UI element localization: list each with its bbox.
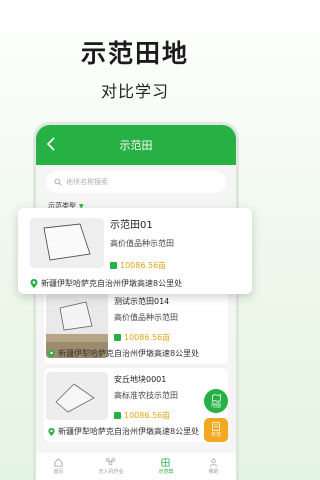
drone-icon	[106, 458, 116, 465]
field-area-value: 10086.56亩	[120, 261, 167, 270]
field-name: 安丘地块0001	[114, 375, 167, 384]
field-type: 高价值品种示范田	[110, 239, 174, 248]
app-bar: 示范田	[36, 125, 236, 165]
tab-label: 我的	[208, 469, 219, 475]
app-title: 示范田	[119, 139, 153, 152]
search-placeholder: 地块名称搜索	[66, 178, 108, 186]
field-area: 10086.56亩	[114, 410, 170, 421]
field-area: 10086.56亩	[114, 332, 170, 343]
field-address-text: 新疆伊犁哈萨克自治州伊墩高速8公里处	[41, 279, 183, 288]
promo-subtitle: 对比学习	[100, 82, 169, 101]
field-address-text: 新疆伊犁哈萨克自治州伊墩高速8公里处	[58, 427, 200, 436]
field-icon	[161, 458, 170, 467]
back-icon[interactable]	[44, 135, 60, 153]
user-icon	[209, 458, 217, 467]
tab-home[interactable]: 首页	[53, 458, 64, 475]
tab-demo-field[interactable]: 示范田	[158, 458, 174, 475]
featured-field-card[interactable]: 示范田01 高价值品种示范田 10086.56亩 新疆伊犁哈萨克自治州伊墩高速8…	[18, 208, 252, 294]
field-thumbnail	[30, 218, 104, 268]
map-button-label: 地图	[210, 402, 221, 409]
location-pin-icon	[30, 279, 38, 288]
map-button[interactable]: 地图	[204, 389, 228, 413]
field-type: 高标准农技示范田	[114, 391, 178, 400]
field-area-value: 10086.56亩	[124, 411, 171, 420]
field-address: 新疆伊犁哈萨克自治州伊墩高速8公里处	[48, 348, 199, 359]
search-input[interactable]: 地块名称搜索	[46, 171, 226, 193]
promo-title: 示范田地	[80, 39, 189, 68]
demo-button-label: 示范	[210, 432, 221, 438]
field-address-text: 新疆伊犁哈萨克自治州伊墩高速8公里处	[58, 349, 200, 358]
area-icon	[110, 262, 117, 269]
tab-profile[interactable]: 我的	[208, 458, 219, 475]
field-address: 新疆伊犁哈萨克自治州伊墩高速8公里处	[48, 426, 199, 437]
map-icon	[211, 393, 221, 402]
field-area: 10086.56亩	[110, 260, 166, 271]
field-area-value: 10086.56亩	[124, 333, 171, 342]
location-pin-icon	[48, 427, 55, 436]
area-icon	[114, 334, 121, 341]
demo-button[interactable]: 示范	[204, 418, 228, 442]
location-pin-icon	[48, 349, 55, 358]
field-name: 测试示范田014	[114, 297, 170, 306]
field-name: 示范田01	[110, 220, 153, 231]
tab-label: 首页	[53, 469, 64, 475]
tab-label: 无人机作业	[98, 469, 124, 475]
field-thumbnail	[46, 372, 108, 420]
field-type: 高价值品种示范田	[114, 313, 178, 322]
area-icon	[114, 412, 121, 419]
field-address: 新疆伊犁哈萨克自治州伊墩高速8公里处	[30, 278, 182, 289]
bottom-tab-bar: 首页 无人机作业 示范田 我的	[36, 453, 236, 480]
tab-drone[interactable]: 无人机作业	[98, 458, 124, 475]
document-icon	[212, 422, 220, 431]
list-item[interactable]: 安丘地块0001 高标准农技示范田 10086.56亩 新疆伊犁哈萨克自治州伊墩…	[44, 368, 228, 442]
home-icon	[54, 458, 63, 467]
tab-label: 示范田	[158, 469, 174, 475]
search-icon	[54, 178, 62, 186]
list-item[interactable]: 测试示范田014 高价值品种示范田 10086.56亩 新疆伊犁哈萨克自治州伊墩…	[44, 290, 228, 364]
